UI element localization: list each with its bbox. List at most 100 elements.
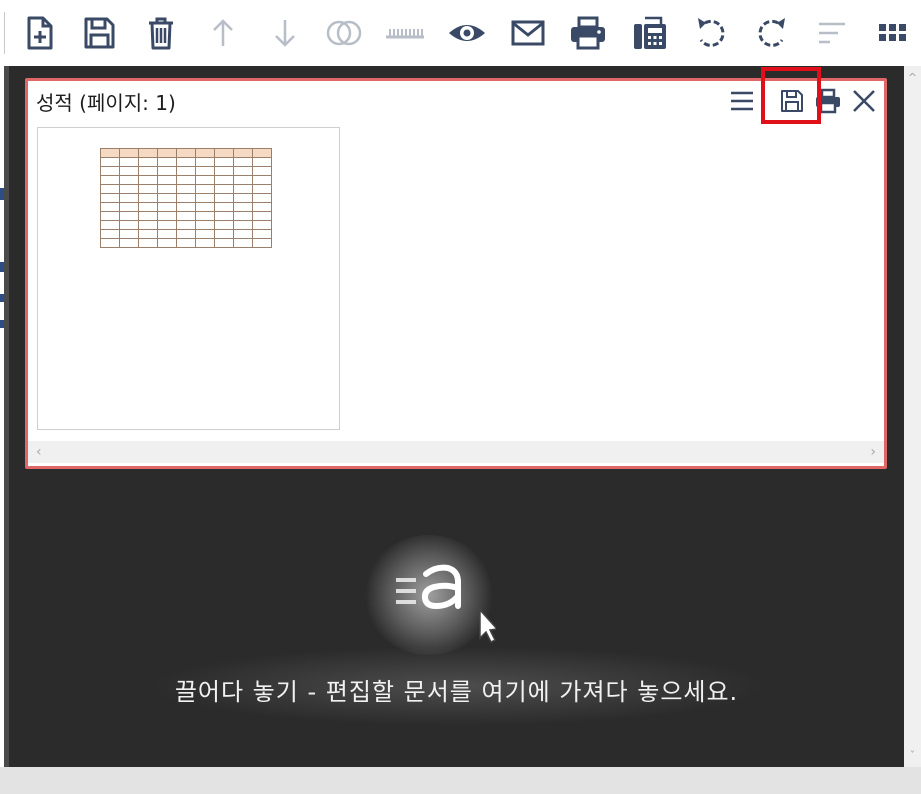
- thumbnail-cell: [233, 148, 253, 158]
- thumbnail-cell: [214, 157, 234, 167]
- scroll-right-icon[interactable]: ›: [870, 444, 876, 460]
- new-document-button[interactable]: [18, 12, 60, 54]
- thumbnail-cell: [119, 184, 139, 194]
- thumbnail-cell: [233, 166, 253, 176]
- thumbnail-cell: [176, 211, 196, 221]
- thumbnail-row: [100, 202, 272, 212]
- thumbnail-cell: [119, 148, 139, 158]
- thumbnail-cell: [195, 166, 215, 176]
- thumbnail-cell: [176, 157, 196, 167]
- rotate-right-icon: [758, 18, 785, 47]
- thumbnail-cell: [214, 202, 234, 212]
- thumbnail-cell: [119, 193, 139, 203]
- thumbnail-cell: [100, 175, 120, 185]
- thumbnail-cell: [214, 211, 234, 221]
- thumbnail-cell: [157, 148, 177, 158]
- thumbnail-cell: [195, 220, 215, 230]
- thumbnail-cell: [157, 202, 177, 212]
- thumbnail-cell: [138, 148, 158, 158]
- thumbnail-cell: [176, 166, 196, 176]
- rotate-right-button[interactable]: [751, 12, 793, 54]
- thumbnail-cell: [214, 184, 234, 194]
- thumbnail-cell: [100, 238, 120, 248]
- thumbnail-cell: [138, 220, 158, 230]
- thumbnail-row: [100, 193, 272, 203]
- horizontal-scrollbar[interactable]: ‹ ›: [28, 441, 884, 463]
- scroll-up-icon[interactable]: ^: [907, 72, 918, 83]
- sort-button[interactable]: [811, 12, 853, 54]
- thumbnail-row: [100, 175, 272, 185]
- thumbnail-row: [100, 229, 272, 239]
- document-workspace[interactable]: 성적 (페이지: 1) ‹ › 끌어다 놓기 - 편집할 문서를 여기에 가져다…: [9, 66, 904, 767]
- page-thumbnail[interactable]: [37, 127, 340, 430]
- thumbnail-cell: [176, 175, 196, 185]
- document-close-button[interactable]: [850, 87, 878, 115]
- thumbnail-cell: [252, 202, 272, 212]
- scroll-left-icon[interactable]: ‹: [36, 444, 42, 460]
- thumbnail-cell: [252, 211, 272, 221]
- preview-button[interactable]: [446, 12, 488, 54]
- fax-button[interactable]: [629, 12, 671, 54]
- toolbar: [0, 0, 921, 66]
- document-card[interactable]: 성적 (페이지: 1) ‹ ›: [25, 67, 887, 469]
- delete-button[interactable]: [140, 12, 182, 54]
- thumbnail-cell: [119, 202, 139, 212]
- thumbnail-cell: [214, 238, 234, 248]
- thumbnail-cell: [233, 202, 253, 212]
- thumbnail-cell: [195, 193, 215, 203]
- thumbnail-cell: [214, 193, 234, 203]
- thumbnail-cell: [214, 229, 234, 239]
- thumbnail-row: [100, 220, 272, 230]
- move-down-button[interactable]: [264, 12, 306, 54]
- thumbnail-cell: [233, 220, 253, 230]
- sort-icon: [819, 22, 845, 44]
- thumbnail-cell: [176, 202, 196, 212]
- thumbnail-cell: [233, 229, 253, 239]
- thumbnail-cell: [195, 184, 215, 194]
- thumbnail-cell: [100, 202, 120, 212]
- thumbnail-cell: [195, 202, 215, 212]
- left-edge-mark: [0, 294, 4, 302]
- merge-icon: [326, 20, 362, 46]
- thumbnail-cell: [214, 148, 234, 158]
- thumbnail-cell: [119, 166, 139, 176]
- print-icon: [571, 16, 605, 50]
- thumbnail-cell: [100, 193, 120, 203]
- move-up-button[interactable]: [202, 12, 244, 54]
- document-title: 성적 (페이지: 1): [36, 91, 176, 115]
- merge-button[interactable]: [323, 12, 365, 54]
- thumbnail-cell: [119, 157, 139, 167]
- thumbnail-cell: [138, 229, 158, 239]
- scroll-down-icon[interactable]: ˇ: [907, 750, 918, 761]
- thumbnail-cell: [252, 238, 272, 248]
- new-document-icon: [27, 16, 53, 50]
- print-button[interactable]: [567, 12, 609, 54]
- vertical-scrollbar[interactable]: ^ ˇ: [904, 66, 921, 767]
- left-edge-mark: [0, 320, 4, 328]
- left-edge-mark: [0, 188, 4, 200]
- thumbnail-cell: [157, 175, 177, 185]
- rotate-left-button[interactable]: [690, 12, 732, 54]
- status-bar: [0, 767, 921, 794]
- thumbnail-cell: [252, 166, 272, 176]
- document-menu-button[interactable]: [728, 87, 756, 115]
- thumbnail-cell: [252, 175, 272, 185]
- thumbnail-cell: [157, 229, 177, 239]
- thumbnail-cell: [100, 148, 120, 158]
- mail-button[interactable]: [507, 12, 549, 54]
- thumbnail-cell: [100, 184, 120, 194]
- thumbnail-cell: [195, 157, 215, 167]
- left-edge-mark: [0, 262, 4, 272]
- thumbnail-cell: [100, 166, 120, 176]
- thumbnail-cell: [119, 175, 139, 185]
- thumbnail-cell: [138, 193, 158, 203]
- thumbnail-cell: [119, 211, 139, 221]
- thumbnail-cell: [138, 166, 158, 176]
- split-button[interactable]: [384, 12, 426, 54]
- save-button[interactable]: [78, 12, 120, 54]
- thumbnail-cell: [214, 166, 234, 176]
- thumbnail-cell: [233, 157, 253, 167]
- rotate-left-icon: [698, 18, 725, 47]
- grid-view-button[interactable]: [872, 12, 914, 54]
- thumbnail-cell: [195, 238, 215, 248]
